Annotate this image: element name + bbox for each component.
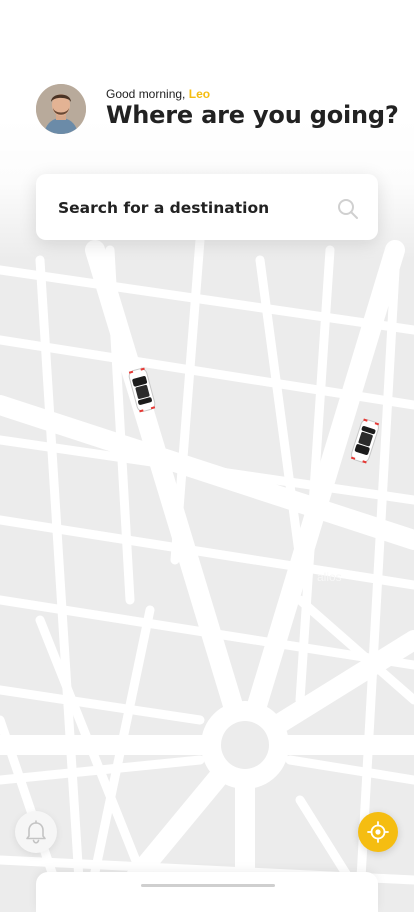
user-avatar[interactable] [36,84,86,134]
page-title: Where are you going? [106,101,399,129]
search-icon[interactable] [337,198,359,220]
car-icon[interactable] [349,416,381,466]
notifications-button[interactable] [15,811,57,853]
crosshair-icon [367,821,389,843]
car-icon[interactable] [126,365,158,415]
greeting-prefix: Good morning, [106,87,186,101]
locate-me-button[interactable] [358,812,398,852]
bell-icon [26,820,46,844]
search-input[interactable] [58,197,318,219]
search-card[interactable] [36,174,378,240]
greeting-header: Good morning, Leo Where are you going? [36,84,399,136]
user-name: Leo [188,87,211,101]
greeting-text: Good morning, Leo [106,87,210,101]
bottom-sheet[interactable] [36,872,378,912]
roundabout-island [221,721,269,769]
map-street-label: alios [317,570,342,584]
sheet-drag-handle[interactable] [141,884,275,887]
